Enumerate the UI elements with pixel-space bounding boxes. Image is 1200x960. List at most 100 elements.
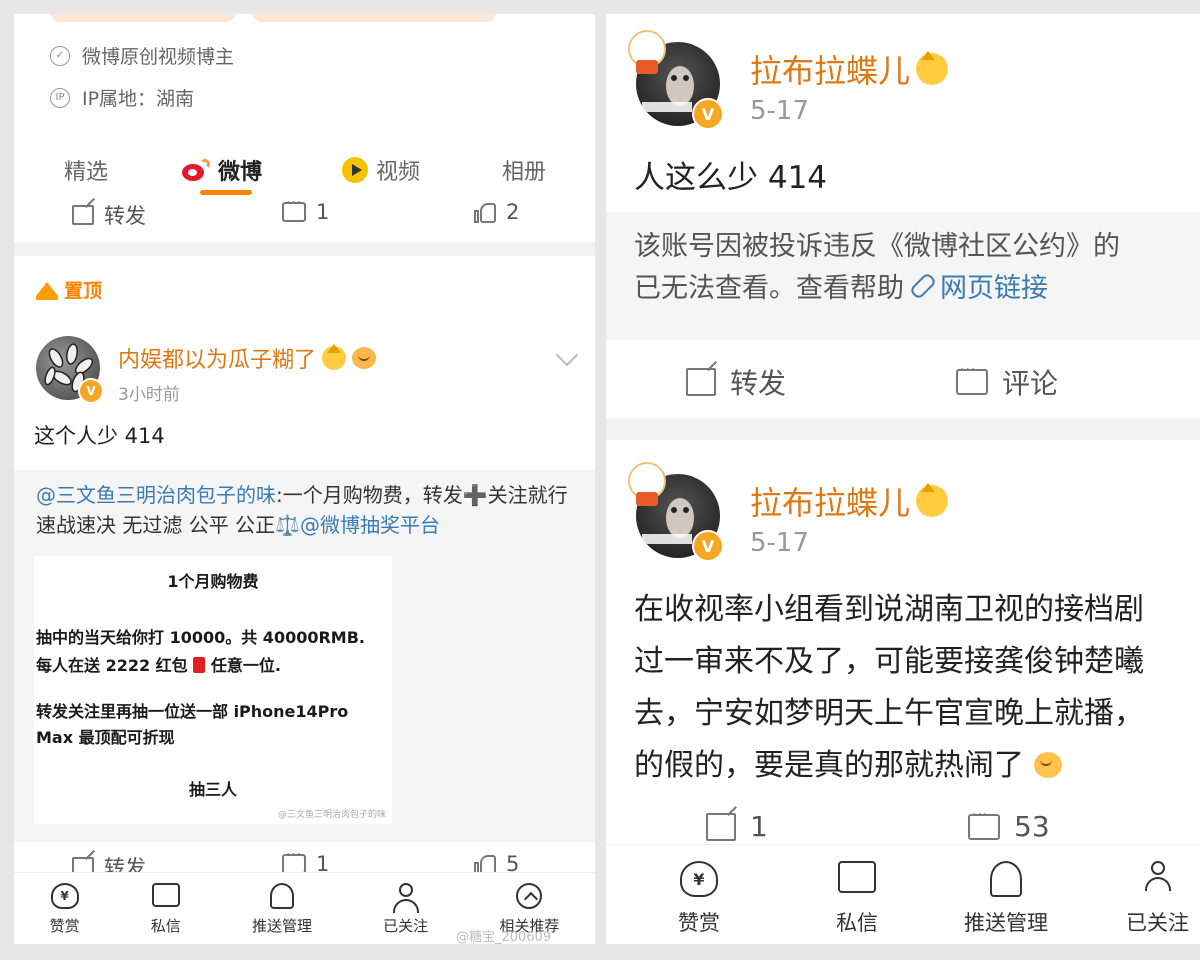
repost-image[interactable]: 1个月购物费 抽中的当天给你打 10000。共 40000RMB. 每人在送 2… <box>34 556 392 824</box>
message-button[interactable]: 私信 <box>151 873 181 944</box>
reward-button[interactable]: ¥ 赞赏 <box>50 873 80 944</box>
bell-icon <box>269 883 294 909</box>
post-time: 5-17 <box>750 528 810 558</box>
tab-weibo[interactable]: 微博 <box>182 154 262 186</box>
repost-button[interactable]: 1 <box>706 810 768 843</box>
left-screenshot: ✓ 微博原创视频博主 IP IP属地：湖南 精选 微博 视频 相册 转发 ···… <box>14 14 595 944</box>
tab-video[interactable]: 视频 <box>342 154 420 186</box>
image-watermark: @三文鱼三明治肉包子的味 <box>277 810 386 820</box>
push-settings-button[interactable]: 推送管理 <box>252 873 312 944</box>
blocked-text: 该账号因被投诉违反《微博社区公约》的 已无法查看。查看帮助 网页链接 <box>634 226 1200 310</box>
chat-icon <box>151 883 180 907</box>
post-author[interactable]: 内娱都以为瓜子糊了 <box>118 342 377 374</box>
post-author[interactable]: 拉布拉蝶儿 <box>750 478 949 524</box>
bar-label: 已关注 <box>383 917 429 935</box>
post-author[interactable]: 拉布拉蝶儿 <box>750 46 949 92</box>
blocked-line: 已无法查看。查看帮助 网页链接 <box>634 268 1200 310</box>
repost-count: 1 <box>750 810 768 843</box>
bar-label: 私信 <box>836 911 878 935</box>
author-name: 拉布拉蝶儿 <box>750 52 911 90</box>
creator-badge-text: 微博原创视频博主 <box>82 46 235 68</box>
bar-label: 推送管理 <box>964 911 1048 935</box>
following-button[interactable]: 已关注 <box>1126 861 1189 937</box>
tab-label: 视频 <box>376 160 421 185</box>
mention-link[interactable]: @三文鱼三明治肉包子的味 <box>36 483 276 507</box>
post-line: 的假的，要是真的那就热闹了 <box>634 740 1144 792</box>
creator-badge: ✓ 微博原创视频博主 <box>50 42 234 69</box>
repost-button[interactable]: 转发 <box>72 200 146 230</box>
bell-icon <box>990 861 1022 897</box>
web-link[interactable]: 网页链接 <box>940 273 1048 304</box>
share-icon <box>72 205 94 225</box>
tag-chip[interactable] <box>50 14 236 22</box>
smile-emoji-icon <box>352 347 377 369</box>
image-line: Max 最顶配可折现 <box>36 728 175 747</box>
repost-text: @三文鱼三明治肉包子的味:一个月购物费，转发➕关注就行 速战速决 无过滤 公平 … <box>36 480 575 540</box>
repost-button[interactable]: 转发 <box>686 362 786 402</box>
video-icon <box>342 157 368 183</box>
reward-heart-icon: ¥ <box>680 861 718 897</box>
comment-button[interactable]: 评论 <box>956 362 1058 402</box>
ip-location: IP IP属地：湖南 <box>50 84 194 111</box>
tab-album[interactable]: 相册 <box>502 154 546 186</box>
crown-emoji-icon <box>916 483 949 517</box>
bar-label: 推送管理 <box>251 917 312 935</box>
reward-button[interactable]: ¥ 赞赏 <box>678 861 720 937</box>
tag-chip[interactable] <box>252 14 496 22</box>
message-button[interactable]: 私信 <box>836 861 878 937</box>
push-settings-button[interactable]: 推送管理 <box>964 861 1048 937</box>
help-text[interactable]: 已无法查看。查看帮助 <box>634 273 904 304</box>
comment-icon <box>282 847 306 874</box>
ip-icon: IP <box>50 87 70 108</box>
share-icon <box>686 368 716 396</box>
post-text: 这个人少 414 <box>34 424 165 448</box>
profile-card: ✓ 微博原创视频博主 IP IP属地：湖南 精选 微博 视频 相册 转发 ···… <box>14 14 595 242</box>
reward-heart-icon: ¥ <box>50 883 79 909</box>
post-text: 人这么少 414 <box>634 160 828 196</box>
post-time: 3小时前 <box>118 385 180 405</box>
weibo-logo-icon <box>182 159 210 181</box>
chevron-up-circle-icon <box>516 883 543 909</box>
comment-button[interactable]: 53 <box>968 807 1050 843</box>
comment-label: 评论 <box>1002 367 1059 400</box>
verified-badge-icon: V <box>692 530 724 562</box>
link-icon <box>908 271 938 301</box>
post-line: 去，宁安如梦明天上午官宣晚上就播， <box>634 696 1144 731</box>
like-count: 2 <box>506 200 520 224</box>
tab-label: 微博 <box>218 160 263 185</box>
blocked-repost-notice: 该账号因被投诉违反《微博社区公约》的 已无法查看。查看帮助 网页链接 <box>606 212 1200 340</box>
image-line-part: 任意一位. <box>210 656 281 675</box>
scarf-decoration <box>636 492 658 506</box>
crown-emoji-icon <box>916 51 949 85</box>
image-line-part: 每人在送 2222 红包 <box>36 656 188 675</box>
image-line: 转发关注里再抽一位送一部 iPhone14Pro <box>36 702 349 721</box>
verified-badge-icon: V <box>692 98 724 130</box>
active-tab-indicator <box>200 190 252 195</box>
post-line-text: 的假的，要是真的那就热闹了 <box>634 748 1024 783</box>
crown-emoji-icon <box>322 344 347 370</box>
following-button[interactable]: 已关注 <box>383 873 428 944</box>
chat-icon <box>838 861 876 893</box>
tab-featured[interactable]: 精选 <box>64 154 108 186</box>
comment-count: 1 <box>316 200 330 224</box>
tab-label: 相册 <box>502 160 547 185</box>
ip-location-text: IP属地：湖南 <box>82 88 195 110</box>
comment-icon <box>282 195 306 222</box>
share-icon <box>706 812 736 841</box>
like-button[interactable]: 2 <box>474 200 519 224</box>
image-title: 1个月购物费 <box>167 572 259 591</box>
repost-block[interactable]: @三文鱼三明治肉包子的味:一个月购物费，转发➕关注就行 速战速决 无过滤 公平 … <box>14 470 595 842</box>
author-name: 内娱都以为瓜子糊了 <box>118 348 317 373</box>
post-text: 在收视率小组看到说湖南卫视的接档剧 过一审来不及了，可能要接龚俊钟楚曦 去，宁安… <box>634 584 1144 792</box>
emoji-icon <box>1033 752 1062 778</box>
mention-link[interactable]: @微博抽奖平台 <box>300 513 440 537</box>
thumbs-up-icon <box>474 201 496 223</box>
comment-button[interactable]: 1 <box>282 195 330 224</box>
person-check-icon <box>392 883 420 913</box>
comment-icon <box>956 362 988 395</box>
person-check-icon <box>1144 861 1172 897</box>
author-name: 拉布拉蝶儿 <box>750 484 911 522</box>
repost-label: 转发 <box>104 204 146 228</box>
pinned-label: 置顶 <box>36 276 102 303</box>
comment-icon <box>968 807 1000 840</box>
